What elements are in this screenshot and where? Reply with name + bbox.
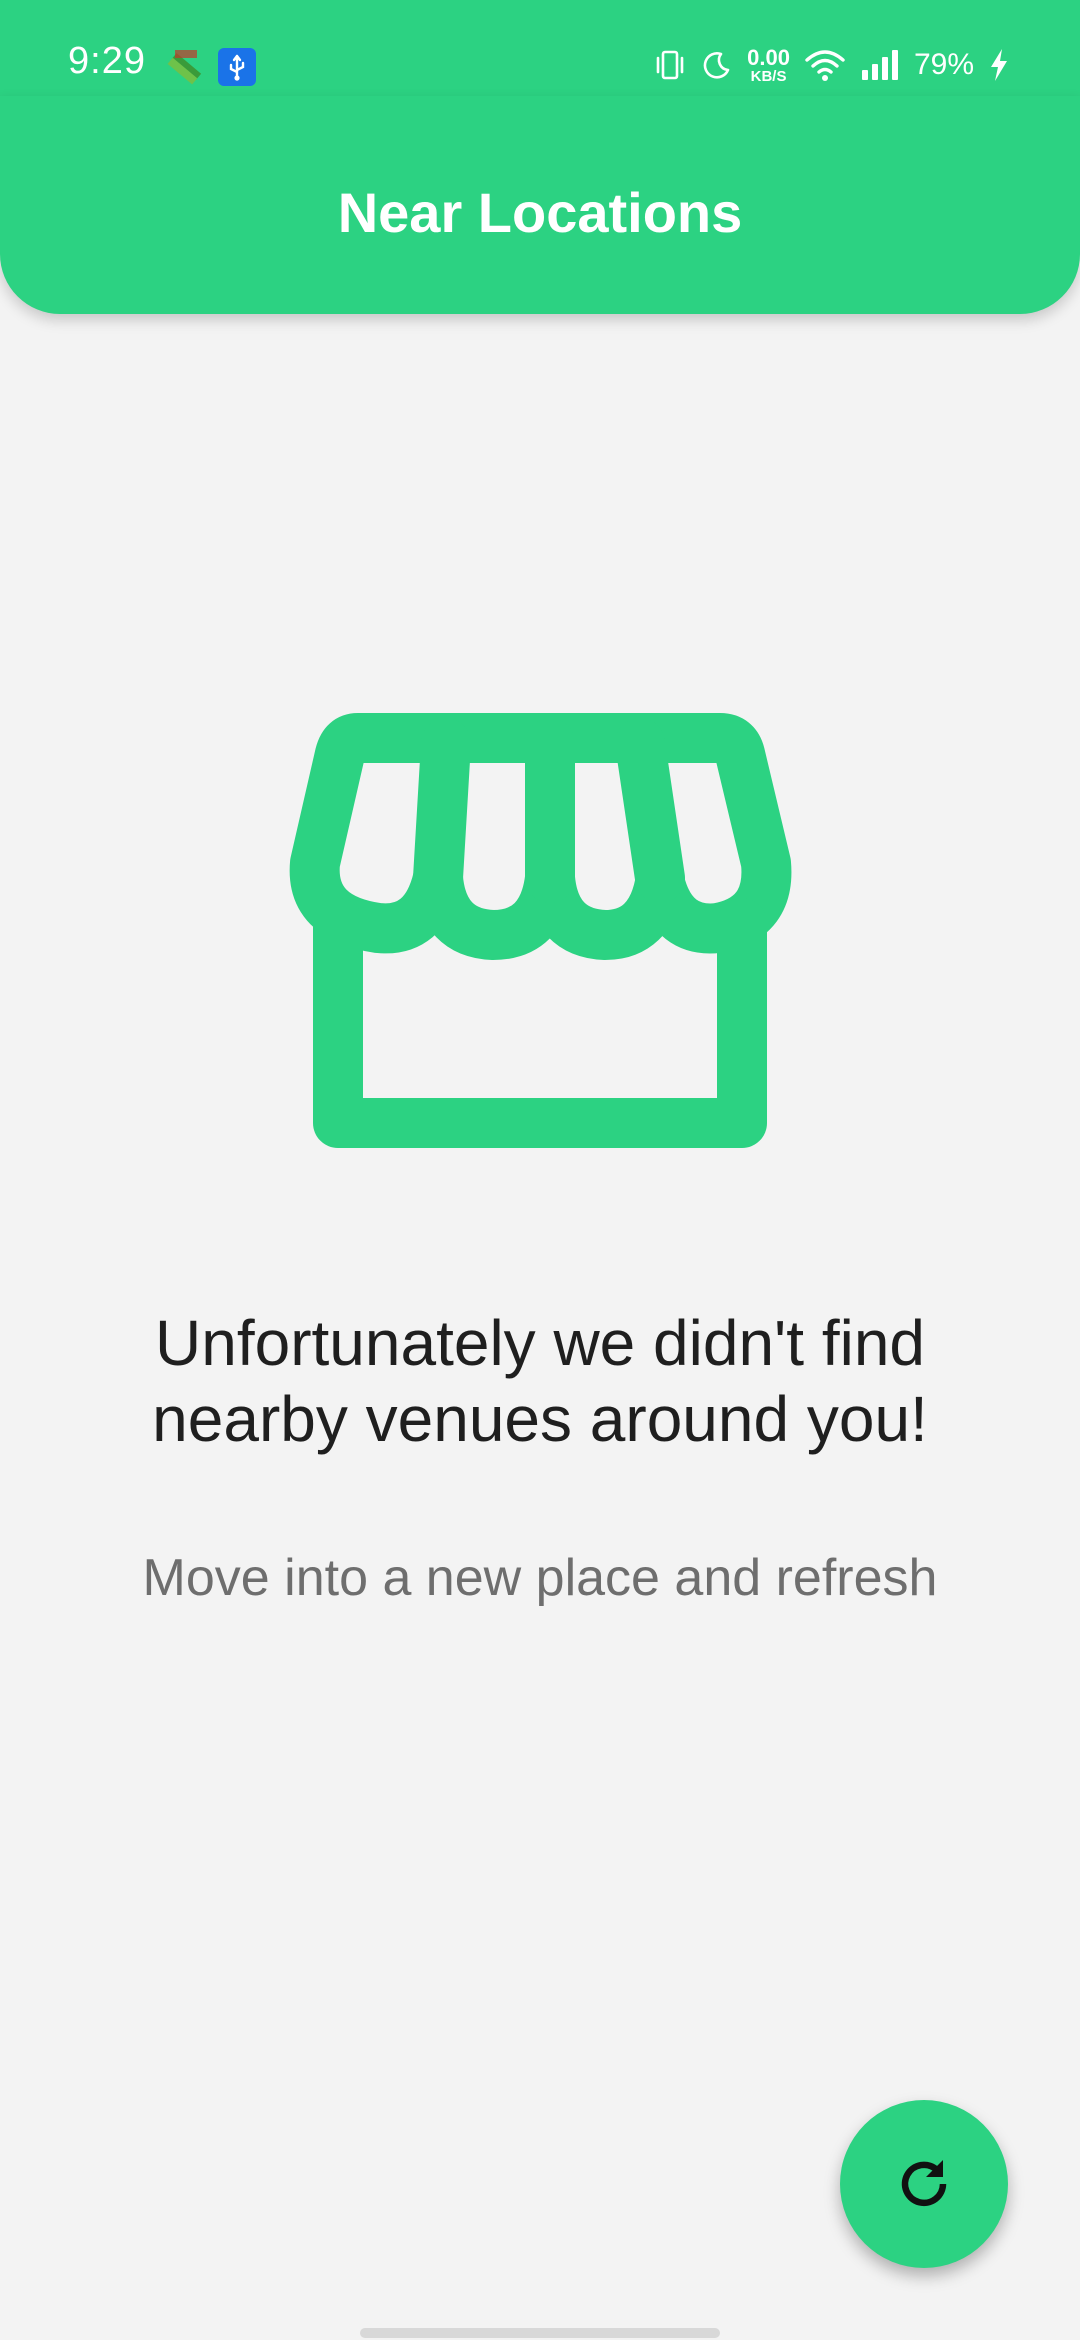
refresh-button[interactable] bbox=[840, 2100, 1008, 2268]
network-speed-value: 0.00 bbox=[747, 44, 790, 70]
refresh-icon bbox=[901, 2160, 947, 2207]
page-title: Near Locations bbox=[337, 180, 743, 244]
screen: 9:29 0.00 KB/S 79% Near Locations Unfort… bbox=[0, 0, 1080, 2340]
fake-gps-icon bbox=[167, 50, 202, 85]
app-bar: Near Locations bbox=[0, 96, 1080, 314]
do-not-disturb-icon bbox=[703, 52, 730, 79]
network-speed-unit: KB/S bbox=[750, 67, 787, 85]
empty-state-subtitle: Move into a new place and refresh bbox=[142, 1549, 938, 1607]
network-speed: 0.00 KB/S bbox=[747, 44, 790, 85]
signal-icon bbox=[861, 50, 898, 80]
vibrate-icon bbox=[656, 50, 684, 80]
charging-icon bbox=[991, 49, 1007, 81]
store-icon bbox=[289, 713, 792, 1148]
battery-level: 79% bbox=[913, 48, 974, 81]
status-icons: 0.00 KB/S 79% bbox=[653, 42, 1010, 88]
status-time: 9:29 bbox=[68, 40, 146, 82]
gesture-bar[interactable] bbox=[360, 2328, 720, 2338]
wifi-icon bbox=[805, 50, 845, 81]
empty-state-title: Unfortunately we didn't find nearby venu… bbox=[152, 1307, 928, 1455]
usb-icon bbox=[218, 48, 256, 86]
